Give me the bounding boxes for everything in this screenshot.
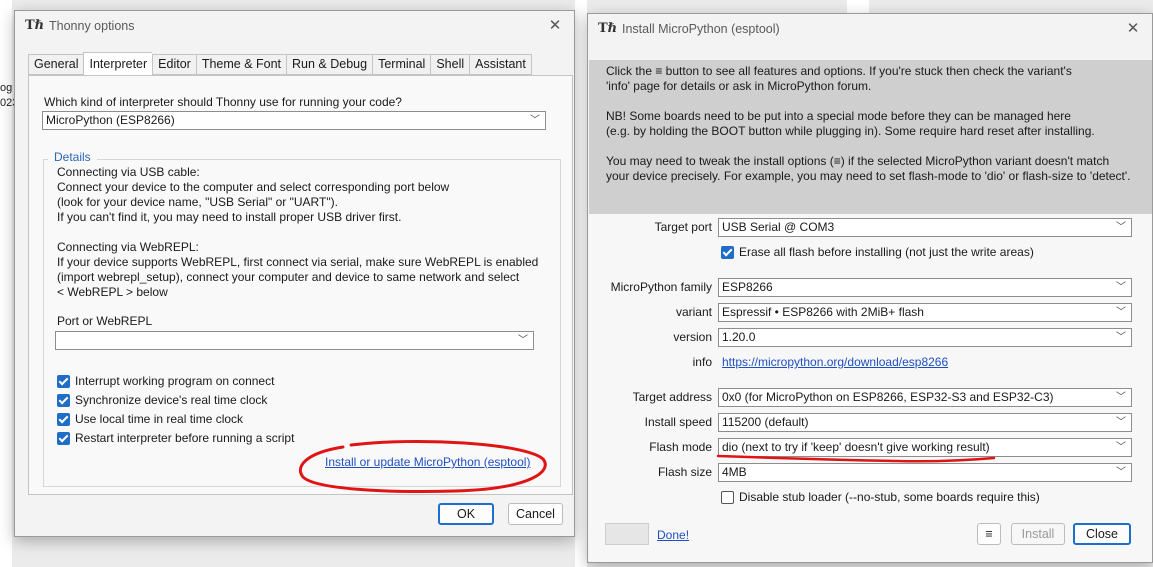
checkbox-checked-icon[interactable] <box>57 393 70 407</box>
chevron-down-icon: ﹀ <box>1116 417 1126 428</box>
options-tab-bar: General Interpreter Editor Theme & Font … <box>28 52 532 75</box>
version-select[interactable]: 1.20.0 ﹀ <box>718 328 1132 347</box>
cancel-button[interactable]: Cancel <box>508 503 563 525</box>
install-speed-value: 115200 (default) <box>722 415 809 429</box>
erase-flash-checkbox[interactable]: Erase all flash before installing (not j… <box>721 245 1034 259</box>
checkbox-sync-clock[interactable]: Synchronize device's real time clock <box>57 393 267 407</box>
close-button[interactable]: Close <box>1073 523 1131 545</box>
checkbox-restart[interactable]: Restart interpreter before running a scr… <box>57 431 294 445</box>
checkbox-checked-icon[interactable] <box>57 374 70 388</box>
install-instructions: Click the ≡ button to see all features a… <box>606 64 1131 183</box>
done-link[interactable]: Done! <box>657 528 689 542</box>
checkbox-label: Use local time in real time clock <box>75 412 244 426</box>
chevron-down-icon: ﹀ <box>1116 392 1126 403</box>
target-address-value: 0x0 (for MicroPython on ESP8266, ESP32-S… <box>722 390 1054 404</box>
chevron-down-icon: ﹀ <box>1116 442 1126 453</box>
port-label: Port or WebREPL <box>57 314 153 328</box>
checkbox-local-time[interactable]: Use local time in real time clock <box>57 412 243 426</box>
checkbox-label: Restart interpreter before running a scr… <box>75 431 295 445</box>
flash-mode-label: Flash mode <box>649 440 712 454</box>
ok-button[interactable]: OK <box>438 503 494 525</box>
port-select[interactable]: ﹀ <box>55 331 534 350</box>
family-select[interactable]: ESP8266 ﹀ <box>718 278 1132 297</box>
target-address-select[interactable]: 0x0 (for MicroPython on ESP8266, ESP32-S… <box>718 388 1132 407</box>
chevron-down-icon: ﹀ <box>1116 307 1126 318</box>
family-label: MicroPython family <box>610 280 712 294</box>
red-annotation-circle <box>298 440 547 493</box>
install-button[interactable]: Install <box>1011 523 1065 545</box>
checkbox-checked-icon[interactable] <box>57 412 70 426</box>
erase-flash-label: Erase all flash before installing (not j… <box>739 245 1034 259</box>
tab-assistant[interactable]: Assistant <box>469 54 532 75</box>
flash-size-label: Flash size <box>657 465 712 479</box>
thonny-options-dialog: Tℏ Thonny options ✕ General Interpreter … <box>14 10 575 537</box>
install-titlebar[interactable]: Tℏ Install MicroPython (esptool) ✕ <box>588 14 1152 44</box>
thonny-app-icon: Tℏ <box>598 21 618 36</box>
target-port-label: Target port <box>654 220 712 234</box>
family-value: ESP8266 <box>722 280 773 294</box>
options-title: Thonny options <box>49 19 135 33</box>
flash-size-select[interactable]: 4MB ﹀ <box>718 463 1132 482</box>
target-address-label: Target address <box>632 390 712 404</box>
tab-editor[interactable]: Editor <box>152 54 196 75</box>
checkbox-label: Interrupt working program on connect <box>75 374 275 388</box>
disable-stub-checkbox[interactable]: Disable stub loader (--no-stub, some boa… <box>721 490 1040 504</box>
background-panel-middle <box>575 0 587 567</box>
usb-instructions: Connecting via USB cable: Connect your d… <box>57 165 450 224</box>
info-label: info <box>692 355 712 369</box>
install-speed-label: Install speed <box>644 415 712 429</box>
variant-info-link[interactable]: https://micropython.org/download/esp8266 <box>722 355 948 369</box>
variant-label: variant <box>675 305 712 319</box>
webrepl-instructions: Connecting via WebREPL: If your device s… <box>57 240 539 299</box>
chevron-down-icon: ﹀ <box>1116 467 1126 478</box>
install-speed-select[interactable]: 115200 (default) ﹀ <box>718 413 1132 432</box>
version-label: version <box>673 330 712 344</box>
chevron-down-icon: ﹀ <box>1116 222 1126 233</box>
details-legend: Details <box>48 150 97 164</box>
chevron-down-icon: ﹀ <box>1116 332 1126 343</box>
variant-select[interactable]: Espressif • ESP8266 with 2MiB+ flash ﹀ <box>718 303 1132 322</box>
tab-run-debug[interactable]: Run & Debug <box>286 54 373 75</box>
options-titlebar[interactable]: Tℏ Thonny options ✕ <box>15 11 574 41</box>
tab-theme-font[interactable]: Theme & Font <box>195 54 287 75</box>
disable-stub-label: Disable stub loader (--no-stub, some boa… <box>739 490 1040 504</box>
close-icon[interactable]: ✕ <box>544 15 566 37</box>
menu-button[interactable]: ≡ <box>977 523 1001 545</box>
target-port-value: USB Serial @ COM3 <box>722 220 835 234</box>
install-micropython-dialog: Tℏ Install MicroPython (esptool) ✕ Click… <box>587 13 1153 563</box>
progress-indicator <box>605 523 649 545</box>
install-title: Install MicroPython (esptool) <box>622 22 780 36</box>
variant-value: Espressif • ESP8266 with 2MiB+ flash <box>722 305 924 319</box>
checkbox-label: Synchronize device's real time clock <box>75 393 268 407</box>
close-icon[interactable]: ✕ <box>1122 18 1144 40</box>
background-text-fragment: og <box>0 82 13 94</box>
tab-general[interactable]: General <box>28 54 84 75</box>
target-port-select[interactable]: USB Serial @ COM3 ﹀ <box>718 218 1132 237</box>
checkbox-unchecked-icon[interactable] <box>721 490 734 504</box>
checkbox-checked-icon[interactable] <box>721 245 734 259</box>
tab-interpreter[interactable]: Interpreter <box>83 52 153 75</box>
background-panel-right <box>847 0 869 14</box>
chevron-down-icon: ﹀ <box>518 335 528 346</box>
checkbox-interrupt[interactable]: Interrupt working program on connect <box>57 374 274 388</box>
chevron-down-icon: ﹀ <box>530 115 540 126</box>
interpreter-select-value: MicroPython (ESP8266) <box>46 113 175 127</box>
interpreter-select[interactable]: MicroPython (ESP8266) ﹀ <box>42 111 546 130</box>
chevron-down-icon: ﹀ <box>1116 282 1126 293</box>
thonny-app-icon: Tℏ <box>25 18 45 33</box>
tab-terminal[interactable]: Terminal <box>372 54 431 75</box>
version-value: 1.20.0 <box>722 330 756 344</box>
interpreter-question: Which kind of interpreter should Thonny … <box>44 95 402 109</box>
flash-size-value: 4MB <box>722 465 747 479</box>
checkbox-checked-icon[interactable] <box>57 431 70 445</box>
tab-shell[interactable]: Shell <box>430 54 470 75</box>
